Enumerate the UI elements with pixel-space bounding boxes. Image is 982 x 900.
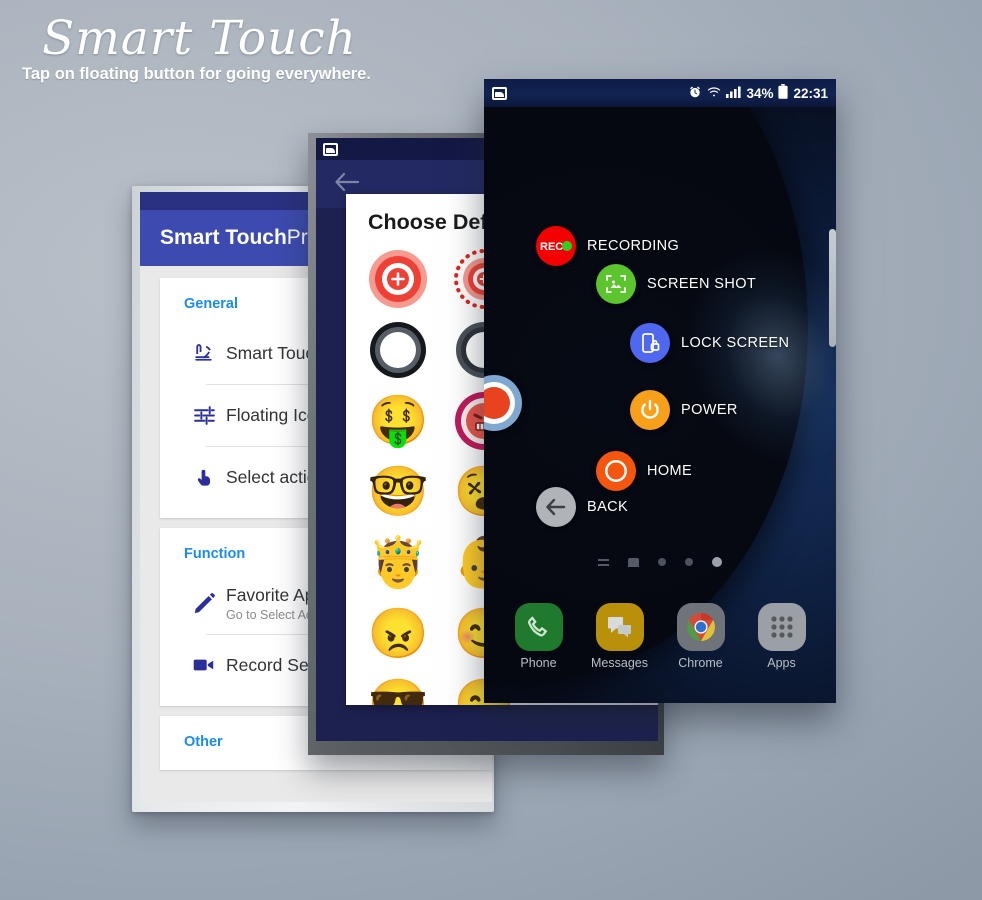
list-item-label: Favorite Ap (226, 584, 315, 605)
power-icon (630, 390, 670, 430)
pointing-hand-icon (182, 465, 226, 490)
messages-icon (595, 603, 644, 651)
action-label: LOCK SCREEN (681, 335, 790, 351)
promo-header: Smart Touch Tap on floating button for g… (16, 14, 436, 84)
floating-button-core (484, 387, 510, 419)
action-label: POWER (681, 402, 738, 418)
app-title: Smart Touch (160, 226, 287, 249)
action-label: BACK (587, 499, 629, 515)
icon-option-king-mustache-emoji[interactable]: 🤴 (364, 529, 432, 597)
dock-label: Chrome (678, 656, 723, 670)
page-dot-menu[interactable] (598, 558, 609, 567)
image-icon (323, 142, 338, 156)
swipe-touch-icon (182, 341, 226, 366)
action-power[interactable]: POWER (630, 390, 738, 430)
video-camera-icon (182, 652, 226, 678)
floating-button-inner-ring (484, 382, 515, 424)
rec-icon: REC (536, 226, 576, 266)
screenshot-icon (596, 264, 636, 304)
page-dot-active[interactable] (712, 557, 722, 567)
icon-option-sunglasses-face-emoji[interactable]: 😎 (364, 671, 432, 705)
dock: Phone Messages Chrome Apps (484, 603, 836, 670)
action-home[interactable]: HOME (596, 451, 692, 491)
svg-text:REC: REC (540, 241, 563, 253)
phone-screen: 34% 22:31 REC RECORDING SCREEN SHOT LOCK… (484, 79, 836, 703)
page-dot-home[interactable] (628, 557, 639, 567)
screenshot-stage: Smart Touch Tap on floating button for g… (0, 0, 982, 900)
list-item-label: Smart Touc (226, 342, 315, 363)
page-dot[interactable] (658, 558, 666, 566)
list-item-label: Floating Ico (226, 404, 317, 425)
dock-item-phone[interactable]: Phone (506, 603, 572, 670)
icon-option-nerd-face-emoji[interactable]: 🤓 (364, 458, 432, 526)
action-label: SCREEN SHOT (647, 276, 757, 292)
action-back[interactable]: BACK (536, 487, 628, 527)
icon-option-money-face-emoji[interactable]: 🤑 (364, 387, 432, 455)
promo-subtitle: Tap on floating button for going everywh… (22, 65, 371, 84)
action-recording[interactable]: REC RECORDING (536, 226, 679, 266)
dock-item-messages[interactable]: Messages (587, 603, 653, 670)
chrome-icon (676, 603, 725, 651)
icon-option-angry-face-emoji[interactable]: 😠 (364, 600, 432, 668)
apps-grid-icon (757, 603, 806, 651)
tune-sliders-icon (182, 403, 226, 428)
scrollbar[interactable] (829, 229, 836, 347)
page-indicator (484, 557, 836, 567)
page-dot[interactable] (685, 558, 693, 566)
action-lock-screen[interactable]: LOCK SCREEN (630, 323, 789, 363)
pencil-icon (182, 591, 226, 616)
action-screenshot[interactable]: SCREEN SHOT (596, 264, 756, 304)
action-label: HOME (647, 463, 693, 479)
icon-option-target-plus-solid[interactable] (364, 245, 432, 313)
phone-window: 34% 22:31 REC RECORDING SCREEN SHOT LOCK… (484, 79, 836, 703)
page-title: Smart Touch (42, 11, 357, 66)
dock-label: Messages (591, 656, 648, 670)
phone-icon (514, 603, 563, 651)
list-item-label: Record Sett (226, 654, 319, 675)
list-item-sublabel: Go to Select Ac (226, 607, 313, 622)
list-item-label: Select actio (226, 466, 317, 487)
lock-phone-icon (630, 323, 670, 363)
dock-label: Apps (767, 656, 796, 670)
dock-label: Phone (520, 656, 557, 670)
home-circle-icon (596, 451, 636, 491)
icon-option-ring-black[interactable] (364, 316, 432, 384)
back-arrow-icon (536, 487, 576, 527)
action-label: RECORDING (587, 238, 680, 254)
dock-item-chrome[interactable]: Chrome (668, 603, 734, 670)
dock-item-apps[interactable]: Apps (749, 603, 815, 670)
